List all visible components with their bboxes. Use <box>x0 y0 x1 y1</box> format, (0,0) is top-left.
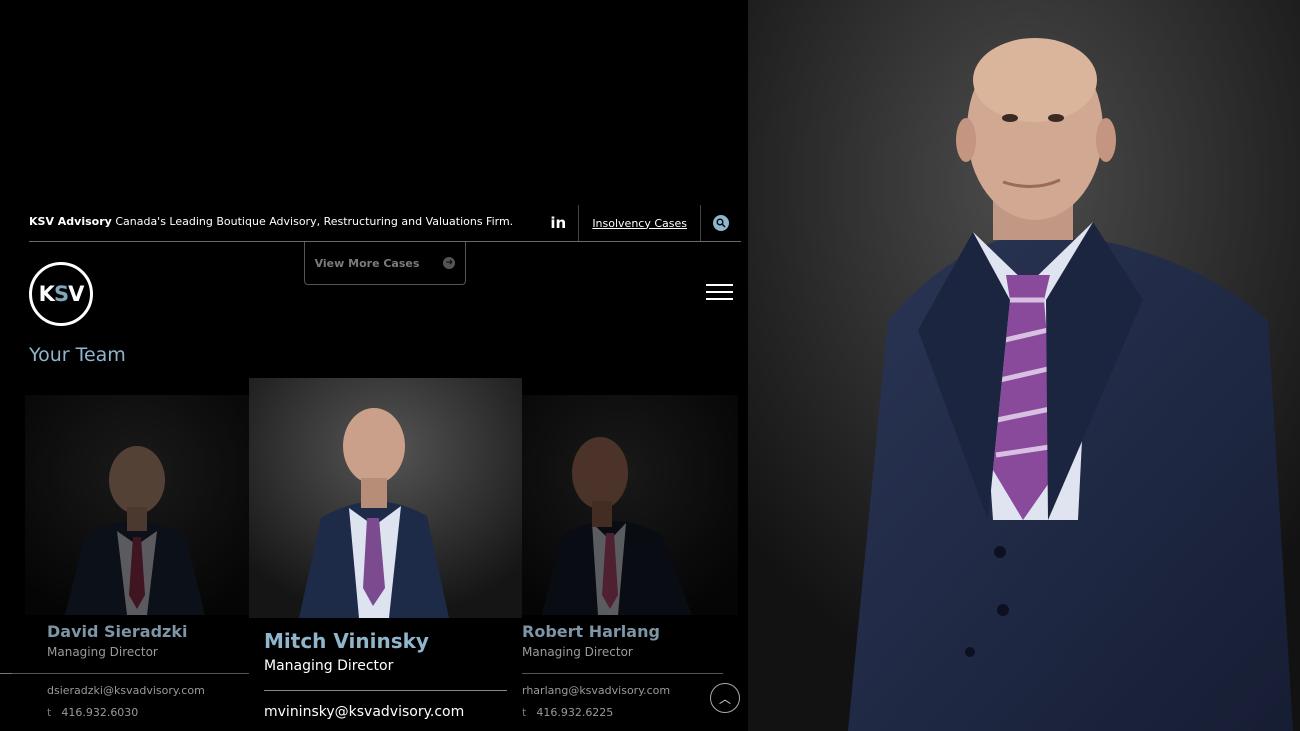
chevron-up-icon: ︿ <box>718 691 731 706</box>
section-title: Your Team <box>29 344 126 366</box>
phone-prefix: t <box>522 706 527 719</box>
team-card-mitch[interactable] <box>249 378 522 618</box>
brand-tagline: KSV Advisory Canada's Leading Boutique A… <box>29 215 513 228</box>
arrow-right-icon: ➜ <box>443 257 456 269</box>
team-role-mitch: Managing Director <box>264 658 394 674</box>
left-panel: KSV Advisory Canada's Leading Boutique A… <box>0 0 748 731</box>
search-button[interactable] <box>701 205 741 241</box>
team-phone-robert: t 416.932.6225 <box>522 706 613 719</box>
portrait-mitch <box>249 378 522 618</box>
hero-portrait <box>748 0 1300 731</box>
left-edge-divider <box>0 673 12 674</box>
search-icon <box>713 215 729 231</box>
tagline: Canada's Leading Boutique Advisory, Rest… <box>115 215 514 228</box>
team-name-robert[interactable]: Robert Harlang <box>522 622 660 641</box>
logo-letter-k: K <box>38 282 55 306</box>
phone-number: 416.932.6225 <box>536 706 614 719</box>
team-role-robert: Managing Director <box>522 645 633 659</box>
team-name-david[interactable]: David Sieradzki <box>47 622 187 641</box>
logo-letter-s: S <box>53 282 69 306</box>
view-more-cases-button[interactable]: View More Cases ➜ <box>304 242 466 285</box>
divider <box>522 673 723 674</box>
ksv-logo[interactable]: KSV <box>29 262 93 326</box>
portrait-david <box>25 395 249 615</box>
brand-name: KSV Advisory <box>29 215 112 228</box>
view-more-label: View More Cases <box>314 256 420 270</box>
top-right-links: in Insolvency Cases <box>538 205 741 241</box>
team-email-mitch[interactable]: mvininsky@ksvadvisory.com <box>264 704 464 720</box>
menu-icon[interactable] <box>706 284 733 302</box>
team-role-david: Managing Director <box>47 645 158 659</box>
portrait-robert <box>522 395 738 615</box>
phone-prefix: t <box>47 706 52 719</box>
top-bar: KSV Advisory Canada's Leading Boutique A… <box>29 205 741 242</box>
team-card-david[interactable] <box>25 395 249 615</box>
team-phone-david: t 416.932.6030 <box>47 706 138 719</box>
scroll-to-top-button[interactable]: ︿ <box>710 683 740 713</box>
divider <box>264 690 507 691</box>
hero-person-image <box>748 0 1300 731</box>
phone-number: 416.932.6030 <box>61 706 139 719</box>
team-email-david[interactable]: dsieradzki@ksvadvisory.com <box>47 684 205 697</box>
divider <box>0 673 249 674</box>
logo-letter-v: V <box>68 282 84 306</box>
team-name-mitch[interactable]: Mitch Vininsky <box>264 629 429 653</box>
team-email-robert[interactable]: rharlang@ksvadvisory.com <box>522 684 670 697</box>
team-card-robert[interactable] <box>522 395 738 615</box>
insolvency-cases-link[interactable]: Insolvency Cases <box>579 205 701 241</box>
linkedin-icon[interactable]: in <box>538 205 580 241</box>
